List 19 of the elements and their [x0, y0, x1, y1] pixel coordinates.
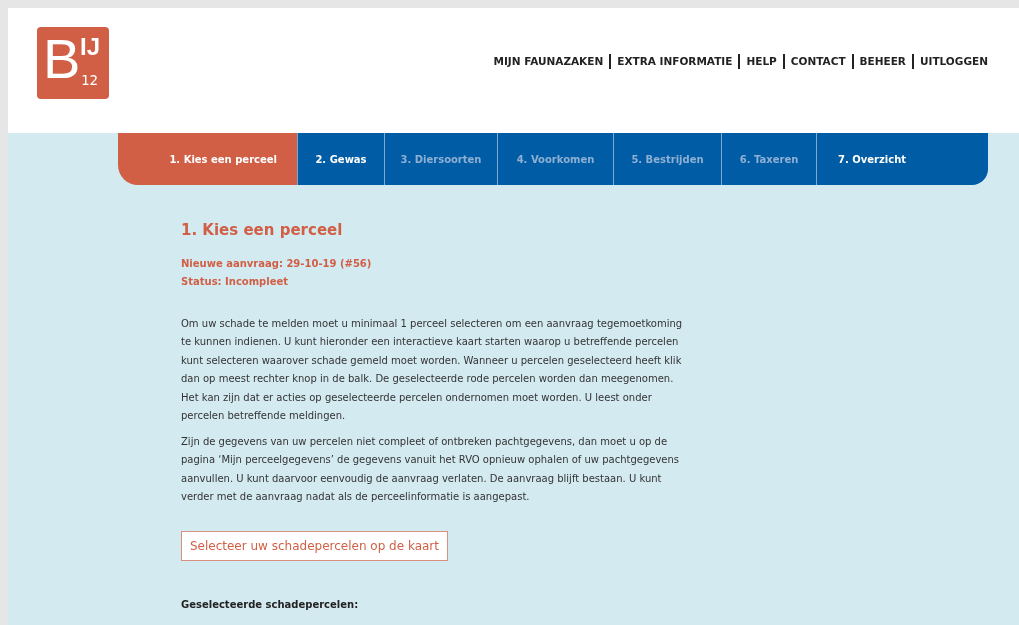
nav-link[interactable]: UITLOGGEN [919, 54, 988, 70]
logo-letter: B [43, 31, 81, 87]
step-tab[interactable]: 1. Kies een perceel [118, 133, 297, 185]
step-tab[interactable]: 7. Overzicht [817, 133, 988, 185]
step-tab[interactable]: 2. Gewas [297, 133, 385, 185]
page-heading: 1. Kies een perceel [181, 220, 344, 241]
nav-link[interactable]: CONTACT [790, 54, 846, 70]
nav-link[interactable]: HELP [746, 54, 777, 70]
nav-link[interactable]: EXTRA INFORMATIE [617, 54, 733, 70]
logo-subscript: 12 [81, 73, 98, 87]
section-label: Geselecteerde schadepercelen: [181, 597, 360, 612]
paragraph: Om uw schade te melden moet u minimaal 1 perceel selecteren om een aanvraag tegemoetkoming te kunnen indienen. U kunt hieronder een interactieve kaart starten waarop u betreffende percelen kunt selecteren waarover schade gemeld moet worden. Wanneer u percelen geselecteerd heeft klik dan op meest rechter knop in de balk. De geselecteerde rode percelen worden dan meegenomen. Het kan zijn dat er acties op geselecteerde percelen ondernomen moet worden. U leest onder percelen betreffende meldingen. [181, 316, 684, 423]
request-info: Nieuwe aanvraag: 29-10-19 (#56) [181, 256, 373, 271]
paragraph: Zijn de gegevens van uw percelen niet compleet of ontbreken pachtgegevens, dan moet u op de pagina ‘Mijn perceelgegevens’ de gegevens vanuit het RVO opnieuw ophalen of uw pachtgegevens aanvullen. U kunt daarvoor eenvoudig de aanvraag verlaten. De aanvraag blijft bestaan. U kunt verder met de aanvraag nadat als de perceelinformatie is aangepast. [181, 434, 681, 504]
logo-superscript: IJ [80, 35, 100, 59]
map-select-button[interactable]: Selecteer uw schadepercelen op de kaart [181, 530, 448, 561]
request-info: Status: Incompleet [181, 274, 290, 289]
nav-link[interactable]: BEHEER [859, 54, 906, 70]
nav-link[interactable]: MIJN FAUNAZAKEN [493, 54, 604, 70]
